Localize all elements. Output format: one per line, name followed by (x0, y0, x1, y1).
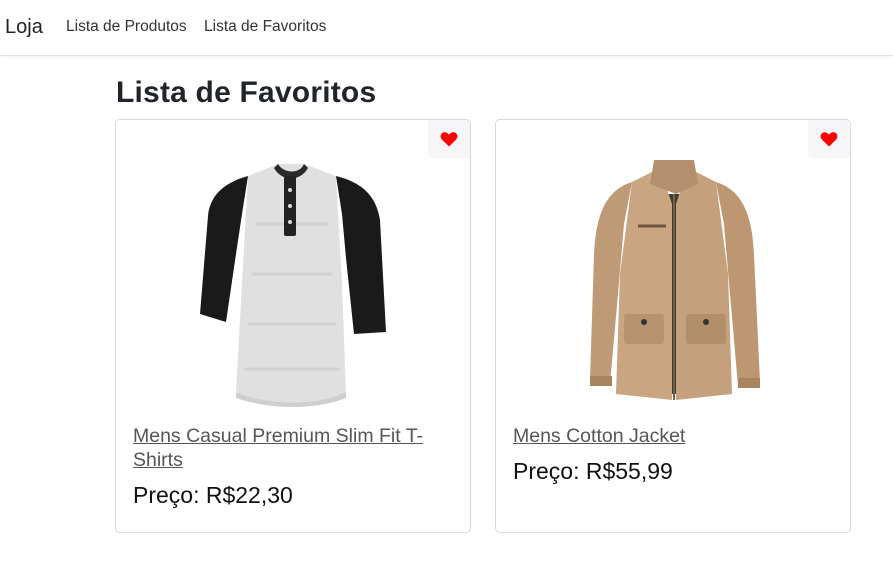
nav-link-lista-de-favoritos[interactable]: Lista de Favoritos (204, 18, 326, 36)
page-title: Lista de Favoritos (116, 76, 377, 109)
nav-link-lista-de-produtos[interactable]: Lista de Produtos (66, 18, 187, 36)
product-card: Mens Casual Premium Slim Fit T-Shirts Pr… (115, 119, 471, 533)
product-image-cotton-jacket (590, 160, 760, 400)
product-name-link[interactable]: Mens Cotton Jacket (513, 424, 833, 448)
favorite-button[interactable] (428, 120, 470, 158)
product-card: Mens Cotton Jacket Preço: R$55,99 (495, 119, 851, 533)
product-price: Preço: R$22,30 (133, 482, 293, 508)
favorite-button[interactable] (808, 120, 850, 158)
navbar: Loja Lista de Produtos Lista de Favorito… (0, 0, 893, 56)
product-price: Preço: R$55,99 (513, 458, 673, 484)
brand-link[interactable]: Loja (5, 16, 43, 39)
heart-icon (820, 132, 838, 147)
product-name-link[interactable]: Mens Casual Premium Slim Fit T-Shirts (133, 424, 453, 472)
product-image-henley-shirt (200, 164, 386, 407)
heart-icon (440, 132, 458, 147)
